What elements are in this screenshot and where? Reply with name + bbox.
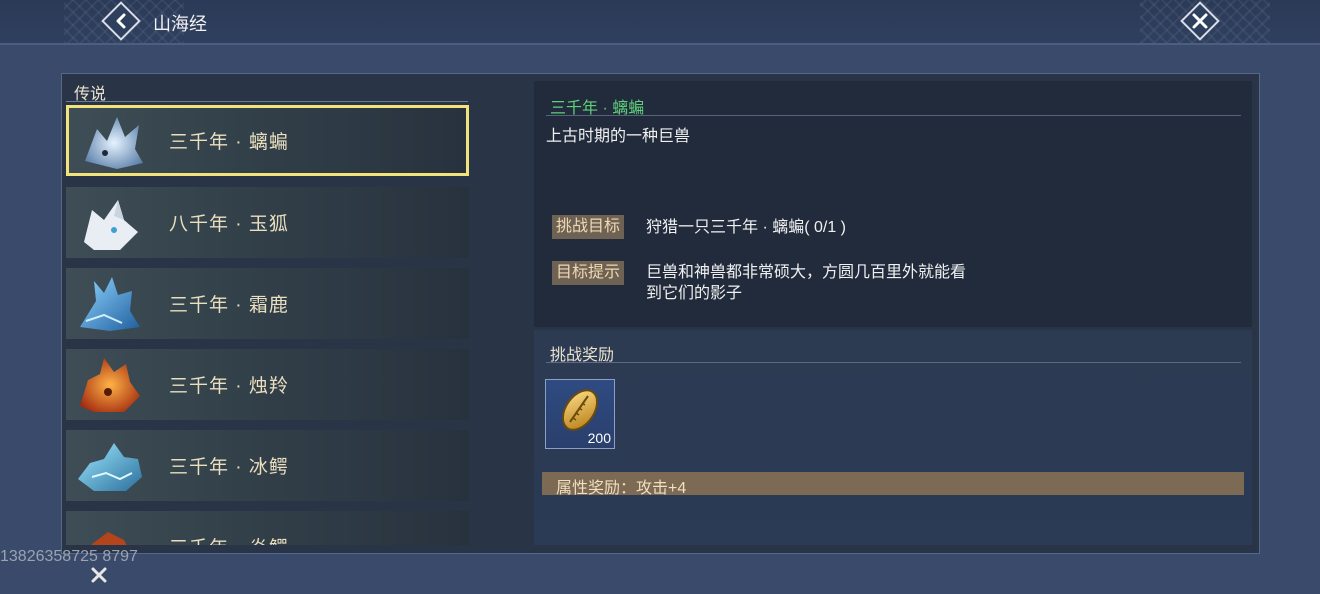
creature-list[interactable]: 三千年 · 螭蝙 八千年 · 玉狐 三千年 · 霜鹿 三千年 · 烛羚 三千年 … — [66, 105, 470, 545]
hint-line-1: 巨兽和神兽都非常硕大，方圆几百里外就能看 — [646, 264, 967, 281]
frost-deer-icon — [80, 277, 140, 331]
back-arrow-icon — [116, 13, 126, 29]
close-button[interactable] — [1180, 1, 1220, 41]
hint-line-2: 到它们的影子 — [646, 285, 743, 302]
fire-beast-icon — [91, 532, 127, 545]
ice-crocodile-icon — [78, 443, 142, 491]
list-item[interactable]: 三千年 · 霜鹿 — [66, 268, 469, 339]
list-item[interactable]: 八千年 · 玉狐 — [66, 187, 469, 258]
creature-description: 上古时期的一种巨兽 — [546, 128, 691, 145]
ice-beast-icon — [85, 117, 143, 169]
list-item[interactable]: 三千年 · 烛羚 — [66, 349, 469, 420]
creature-name: 八千年 · 玉狐 — [169, 214, 289, 235]
creature-name: 三千年 · 炎鳄 — [169, 533, 289, 545]
creature-name: 三千年 · 烛羚 — [169, 376, 289, 397]
attribute-reward-text: 属性奖励：攻击+4 — [556, 480, 687, 497]
divider — [546, 115, 1241, 116]
list-item[interactable]: 三千年 · 炎鳄 — [66, 511, 469, 545]
divider — [546, 362, 1241, 363]
creature-name: 三千年 · 螭蝙 — [169, 132, 289, 153]
page-title: 山海经 — [153, 14, 207, 34]
challenge-label: 挑战目标 — [552, 215, 625, 239]
watermark: 13826358725 8797 — [0, 548, 138, 565]
creature-name: 三千年 · 冰鳄 — [169, 457, 289, 478]
challenge-text: 狩猎一只三千年 · 螭蝙( 0/1 ) — [646, 219, 847, 236]
list-item[interactable]: 三千年 · 冰鳄 — [66, 430, 469, 501]
small-close-icon[interactable] — [88, 564, 110, 586]
back-button[interactable] — [101, 1, 141, 41]
list-item-selected[interactable]: 三千年 · 螭蝙 — [66, 105, 469, 176]
close-icon — [1192, 13, 1208, 29]
creature-name: 三千年 · 霜鹿 — [169, 295, 289, 316]
reward-item-slot[interactable]: 200 — [545, 379, 615, 449]
hint-label: 目标提示 — [552, 261, 625, 285]
divider — [66, 101, 468, 102]
reward-count: 200 — [587, 430, 611, 446]
white-fox-icon — [84, 200, 138, 250]
fire-antelope-icon — [80, 358, 140, 412]
